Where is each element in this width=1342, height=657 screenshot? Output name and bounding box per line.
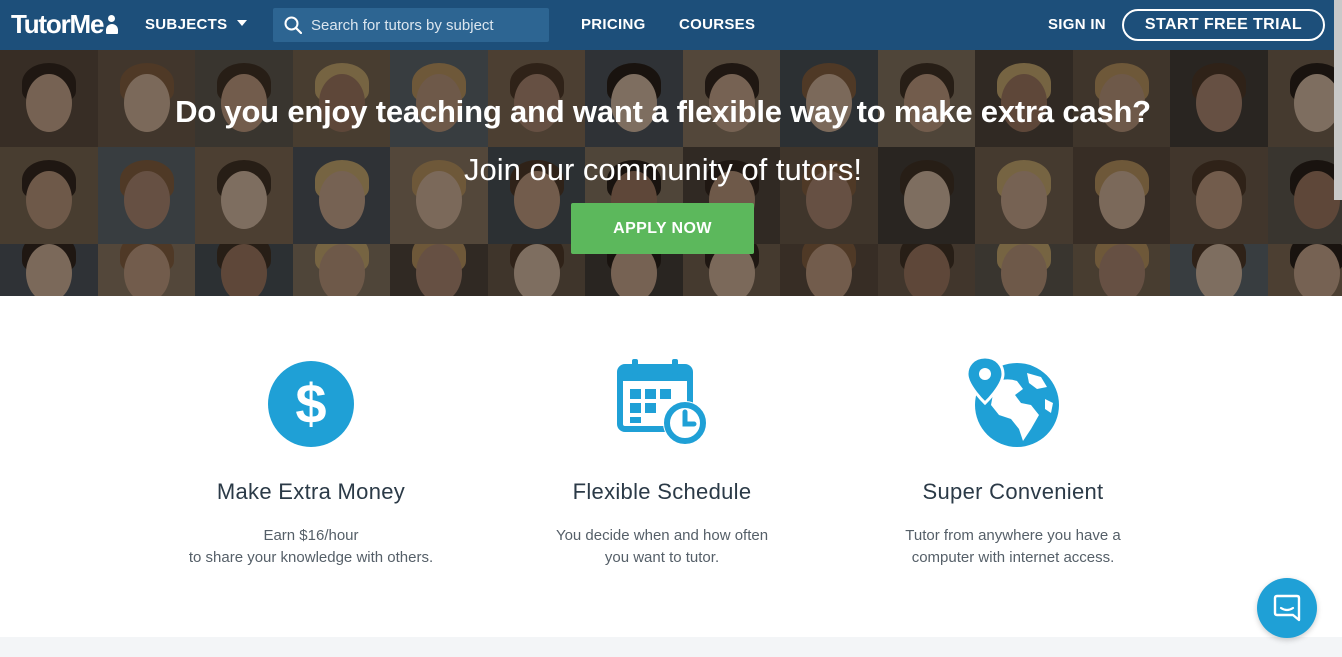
chat-bubble-icon bbox=[1273, 594, 1301, 622]
search-box[interactable] bbox=[273, 8, 549, 42]
feature-description: Tutor from anywhere you have a computer w… bbox=[905, 527, 1121, 566]
logo-person-icon bbox=[106, 12, 119, 36]
feature-title: Make Extra Money bbox=[216, 479, 406, 504]
feature-title: Super Convenient bbox=[922, 479, 1104, 504]
feature-description: Earn $16/hour to share your knowledge wit… bbox=[188, 527, 434, 566]
logo-text: TutorMe bbox=[11, 9, 104, 39]
globe-pin-icon bbox=[965, 355, 1059, 447]
start-free-trial-button[interactable]: START FREE TRIAL bbox=[1122, 9, 1325, 41]
feature-flexible-schedule: Flexible Schedule You decide when and ho… bbox=[492, 355, 832, 569]
pricing-link[interactable]: PRICING bbox=[581, 15, 646, 35]
feature-description: You decide when and how often you want to… bbox=[555, 527, 769, 566]
hero-title: Do you enjoy teaching and want a flexibl… bbox=[175, 94, 1151, 129]
search-input[interactable] bbox=[311, 8, 541, 42]
feature-make-extra-money: $ Make Extra Money Earn $16/hour to share… bbox=[141, 355, 481, 569]
search-icon bbox=[284, 16, 302, 34]
subjects-menu[interactable]: SUBJECTS bbox=[145, 15, 248, 35]
chevron-down-icon bbox=[237, 20, 248, 26]
page-scrollbar[interactable] bbox=[1334, 0, 1342, 200]
dollar-icon: $ bbox=[268, 361, 354, 447]
chat-launcher-button[interactable] bbox=[1257, 578, 1317, 638]
courses-link[interactable]: COURSES bbox=[679, 15, 755, 35]
feature-title: Flexible Schedule bbox=[572, 479, 752, 504]
svg-text:$: $ bbox=[295, 372, 326, 435]
tutorme-logo[interactable]: TutorMe bbox=[11, 9, 119, 39]
top-navbar: TutorMe SUBJECTS PRICING COURSES SIGN IN… bbox=[0, 0, 1342, 50]
hero-subtitle: Join our community of tutors! bbox=[464, 152, 862, 187]
hero-banner: Do you enjoy teaching and want a flexibl… bbox=[0, 50, 1342, 296]
footer-strip bbox=[0, 637, 1342, 657]
apply-now-button[interactable]: APPLY NOW bbox=[571, 203, 754, 254]
feature-super-convenient: Super Convenient Tutor from anywhere you… bbox=[843, 355, 1183, 569]
calendar-clock-icon bbox=[617, 359, 707, 445]
subjects-label: SUBJECTS bbox=[145, 16, 228, 33]
sign-in-link[interactable]: SIGN IN bbox=[1048, 15, 1106, 35]
